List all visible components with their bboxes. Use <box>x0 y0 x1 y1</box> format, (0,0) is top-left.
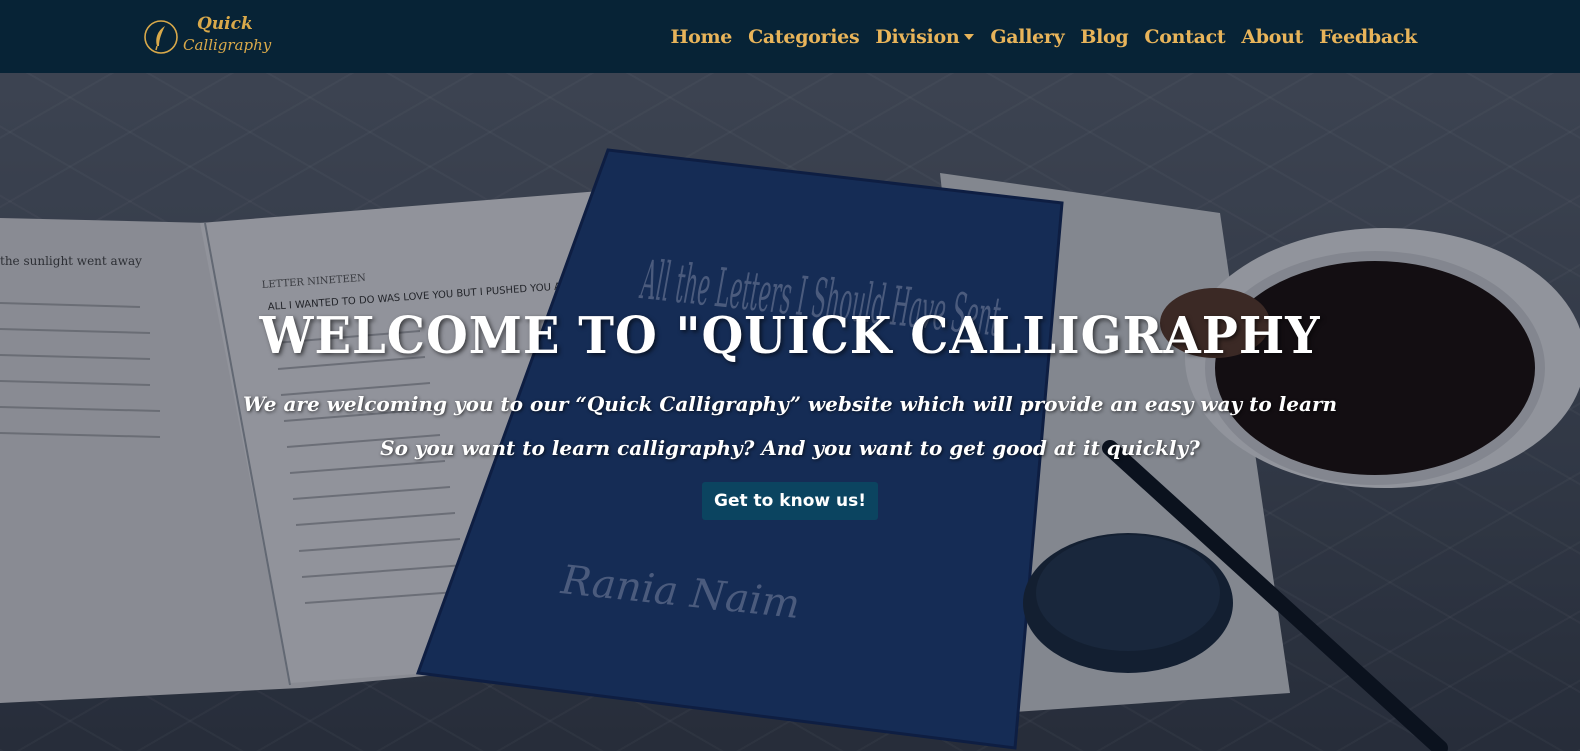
nav-blog[interactable]: Blog <box>1072 26 1136 48</box>
hero-title: WELCOME TO "QUICK CALLIGRAPHY <box>259 306 1321 366</box>
brand-line1: Quick <box>197 14 253 34</box>
nav-home[interactable]: Home <box>662 26 740 48</box>
nav-gallery[interactable]: Gallery <box>982 26 1072 48</box>
hero-subtitle-line1: We are welcoming you to our “Quick Calli… <box>242 392 1338 416</box>
nav-division-dropdown[interactable]: Division <box>867 26 982 48</box>
navbar: Quick Calligraphy Home Categories Divisi… <box>0 0 1580 73</box>
nav-contact[interactable]: Contact <box>1136 26 1233 48</box>
nav-feedback[interactable]: Feedback <box>1311 26 1425 48</box>
brand-wordmark: Quick Calligraphy <box>183 14 271 60</box>
brand-line2: Calligraphy <box>183 36 272 54</box>
nav-categories[interactable]: Categories <box>740 26 867 48</box>
hero-subtitle-line2: So you want to learn calligraphy? And yo… <box>380 436 1200 460</box>
caret-down-icon <box>964 33 975 40</box>
nav-division-label: Division <box>875 25 960 48</box>
nav-about[interactable]: About <box>1233 26 1311 48</box>
main-nav: Home Categories Division Gallery Blog Co… <box>662 0 1425 73</box>
hero-section: the sunlight went away LETTER NINETEEN A… <box>0 73 1580 751</box>
hero-subtitle: We are welcoming you to our “Quick Calli… <box>0 382 1580 470</box>
quill-pen-emblem-icon <box>144 20 178 54</box>
get-to-know-us-button[interactable]: Get to know us! <box>702 482 878 520</box>
hero-content: WELCOME TO "QUICK CALLIGRAPHY We are wel… <box>0 306 1580 520</box>
brand-logo[interactable]: Quick Calligraphy <box>143 14 271 60</box>
